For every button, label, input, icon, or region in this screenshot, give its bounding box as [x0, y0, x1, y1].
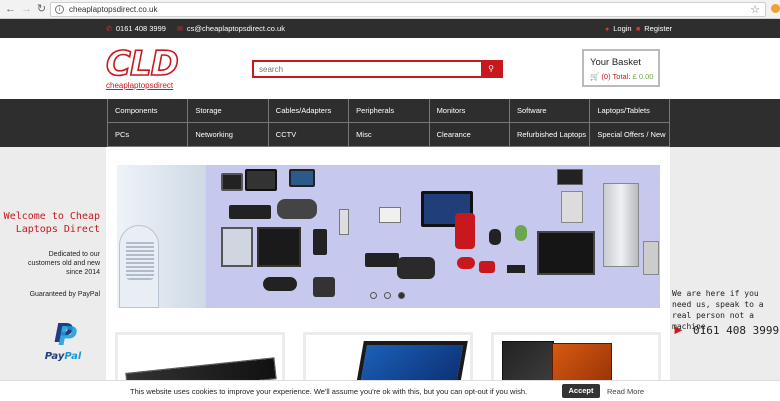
gaming-chair-image [455, 213, 475, 249]
menu-item-software[interactable]: Software [508, 99, 590, 123]
cookie-bar: This website uses cookies to improve you… [0, 380, 780, 401]
fridge-image [603, 183, 639, 267]
air-cooler-image [119, 225, 159, 308]
welcome-panel: Welcome to Cheap Laptops Direct Dedicate… [0, 210, 100, 298]
slider-dot[interactable] [384, 292, 391, 299]
menu-item-clearance[interactable]: Clearance [428, 123, 509, 147]
mouse-image [515, 225, 527, 241]
basket-total: 🛒 (0) Total: £ 0.00 [590, 72, 654, 81]
car-stereo-image [229, 205, 271, 219]
search-icon: ⚲ [488, 64, 494, 73]
flat-tv-image [257, 227, 301, 267]
welcome-heading-2: Laptops Direct [15, 224, 100, 235]
menu-item-refurbished-laptops[interactable]: Refurbished Laptops [508, 123, 590, 147]
paypal-guarantee: Guaranteed by PayPal [29, 291, 100, 298]
browser-toolbar: ← → ↻ i cheaplaptopsdirect.co.uk ☆ [0, 0, 780, 19]
menu-item-networking[interactable]: Networking [187, 123, 268, 147]
accept-cookies-button[interactable]: Accept [562, 384, 600, 398]
arrow-right-icon[interactable]: → [20, 3, 33, 16]
cart-icon: 🛒 [590, 72, 600, 81]
washer-image [561, 191, 583, 223]
login-link[interactable]: ● Login [605, 24, 632, 33]
amplifier-image [365, 253, 399, 267]
tablet-image [221, 173, 243, 191]
arrow-left-icon[interactable]: ← [4, 3, 17, 16]
welcome-heading-1: Welcome to Cheap [3, 211, 100, 222]
router-image [507, 265, 525, 273]
controller-image [457, 257, 475, 269]
big-tv-image [537, 231, 595, 275]
paypal-logo: PP PayPal [40, 320, 86, 362]
category-grid: Components Storage Cables/Adapters Peripher… [107, 99, 670, 147]
help-panel: We are here if you need us, speak to a r… [672, 288, 780, 337]
tower-pc-image [379, 207, 401, 223]
menu-item-cables-adapters[interactable]: Cables/Adapters [267, 99, 349, 123]
menu-item-peripherals[interactable]: Peripherals [348, 99, 429, 123]
hero-slider[interactable] [117, 165, 660, 308]
mail-icon: ✉ [177, 26, 183, 33]
site-header: CLD cheaplaptopsdirect ⚲ Your Basket 🛒 (… [0, 38, 780, 99]
handycam-image [397, 257, 435, 279]
microwave-image [557, 169, 583, 185]
menu-item-laptops-tablets[interactable]: Laptops/Tablets [589, 99, 670, 123]
paypal-wordmark: PayPal [44, 351, 82, 362]
camera-image [313, 277, 335, 297]
slider-dot[interactable] [398, 292, 405, 299]
gps-image [289, 169, 315, 187]
extension-icon[interactable] [771, 4, 780, 13]
search-input[interactable] [256, 63, 476, 76]
phone-icon: ✆ [106, 26, 112, 33]
cookie-message: This website uses cookies to improve you… [130, 387, 528, 396]
basket-box[interactable]: Your Basket 🛒 (0) Total: £ 0.00 [582, 49, 660, 87]
help-phone[interactable]: ► 0161 408 3999 [672, 322, 780, 337]
logo-subtitle: cheaplaptopsdirect [106, 81, 174, 90]
search-box: ⚲ [252, 60, 503, 78]
toy-car-image [479, 261, 495, 273]
register-link[interactable]: ■ Register [636, 24, 672, 33]
star-icon[interactable]: ☆ [750, 3, 760, 16]
top-contact-bar: ✆ 0161 408 3999 ✉ cs@cheaplaptopsdirect.co… [0, 19, 780, 38]
menu-item-components[interactable]: Components [107, 99, 188, 123]
megaphone-icon: ► [672, 322, 685, 337]
topbar-phone[interactable]: ✆ 0161 408 3999 [106, 24, 166, 33]
menu-item-pcs[interactable]: PCs [107, 123, 188, 147]
topbar-email[interactable]: ✉ cs@cheaplaptopsdirect.co.uk [177, 24, 285, 33]
slider-dot[interactable] [370, 292, 377, 299]
slide-left-panel [117, 165, 206, 308]
appliance-image [643, 241, 659, 275]
search-button[interactable]: ⚲ [481, 62, 501, 76]
menu-item-special-offers-new[interactable]: Special Offers / New [589, 123, 670, 147]
slider-dots [370, 292, 412, 301]
lock-icon: ■ [636, 26, 641, 33]
menu-item-cctv[interactable]: CCTV [267, 123, 349, 147]
category-menu: Components Storage Cables/Adapters Peripher… [0, 99, 780, 147]
user-icon: ● [605, 26, 610, 33]
paypal-icon: PP [54, 319, 78, 352]
basket-title: Your Basket [590, 57, 641, 68]
phone-image [313, 229, 327, 255]
menu-item-misc[interactable]: Misc [348, 123, 429, 147]
laptop-image [221, 227, 253, 267]
site-logo[interactable]: CLD cheaplaptopsdirect [105, 44, 192, 96]
tv-image [245, 169, 277, 191]
logo-letters: CLD [105, 44, 179, 84]
reload-icon[interactable]: ↻ [35, 3, 48, 16]
read-more-link[interactable]: Read More [607, 387, 644, 396]
welcome-text: Dedicated to our customers old and new s… [28, 251, 100, 276]
info-icon[interactable]: i [55, 5, 64, 14]
vr-glasses-image [263, 277, 297, 291]
camcorder-image [277, 199, 317, 219]
url-text: cheaplaptopsdirect.co.uk [69, 5, 158, 14]
menu-item-monitors[interactable]: Monitors [428, 99, 509, 123]
speaker-image [339, 209, 349, 235]
address-bar[interactable]: i cheaplaptopsdirect.co.uk ☆ [50, 2, 766, 17]
headset-image [489, 229, 501, 245]
menu-item-storage[interactable]: Storage [187, 99, 268, 123]
